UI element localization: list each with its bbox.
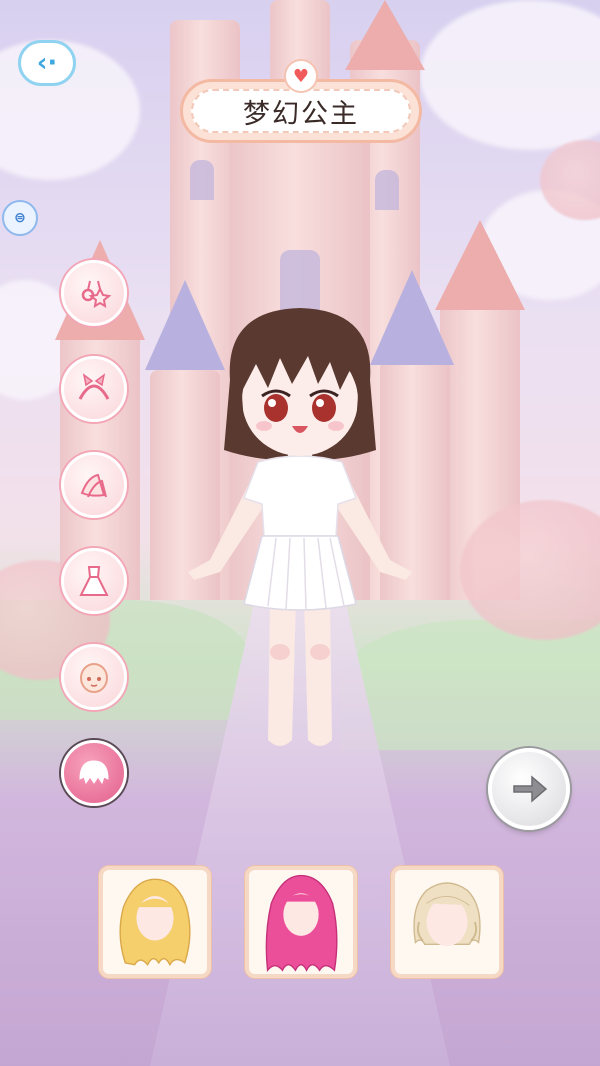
- page-title: 梦幻公主: [191, 89, 411, 133]
- category-face-button[interactable]: [61, 644, 127, 710]
- back-arrow-icon: ‹·: [36, 48, 58, 78]
- heart-icon: ♥: [284, 59, 318, 93]
- arrow-right-icon: [513, 775, 548, 803]
- dress-icon: [79, 566, 109, 596]
- category-dress-button[interactable]: [61, 548, 127, 614]
- cream-braid-hair-icon: [413, 882, 481, 947]
- category-accessory-button[interactable]: [61, 260, 127, 326]
- hair-option-cream-braid[interactable]: [391, 866, 503, 978]
- headband-icon: [78, 373, 110, 400]
- category-hair-button[interactable]: [61, 740, 127, 806]
- earrings-icon: [81, 280, 112, 308]
- hair-option-blonde-wavy[interactable]: [99, 866, 211, 978]
- shoes-icon: [80, 473, 107, 498]
- next-button[interactable]: [488, 748, 570, 830]
- category-headband-button[interactable]: [61, 356, 127, 422]
- coin-button[interactable]: ⊜: [2, 200, 38, 236]
- hair-option-pink-long[interactable]: [245, 866, 357, 978]
- coin-icon: ⊜: [14, 210, 26, 226]
- pink-long-hair-icon: [265, 874, 338, 973]
- blonde-wavy-hair-icon: [119, 878, 191, 967]
- back-button[interactable]: ‹·: [18, 40, 76, 86]
- title-banner: 梦幻公主 ♥: [180, 59, 422, 145]
- category-shoes-button[interactable]: [61, 452, 127, 518]
- character-doll: [188, 308, 412, 746]
- face-icon: [80, 663, 108, 693]
- hair-icon: [79, 760, 109, 785]
